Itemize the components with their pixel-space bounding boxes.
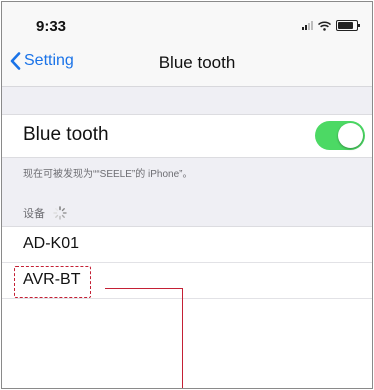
bluetooth-row: Blue tooth [2, 114, 372, 158]
signal-icon [302, 21, 313, 30]
loading-spinner-icon [53, 206, 67, 220]
device-name: AVR-BT [23, 271, 81, 288]
annotation-line-vertical [182, 288, 183, 388]
bluetooth-toggle[interactable] [315, 121, 365, 150]
device-name: AD-K01 [23, 235, 80, 252]
wifi-icon [318, 21, 331, 31]
device-row-ad-k01[interactable]: AD-K01 [2, 227, 372, 263]
devices-header-label: 设备 [23, 208, 45, 220]
discoverable-text: 现在可被发现为““SEELE”的 iPhone”。 [23, 169, 193, 180]
device-list: AD-K01 AVR-BT [2, 226, 372, 388]
list-empty-area [2, 299, 372, 388]
device-row-avr-bt[interactable]: AVR-BT [2, 263, 372, 299]
status-time: 9:33 [36, 18, 67, 35]
phone-screen: 9:33 Setting Blue tooth Blue tooth 现在可被发… [1, 1, 373, 389]
bluetooth-label: Blue tooth [23, 124, 109, 145]
devices-header: 设备 [23, 205, 67, 221]
status-icons [302, 20, 360, 31]
battery-icon [336, 20, 360, 31]
annotation-line-horizontal [105, 288, 183, 289]
top-bar: 9:33 Setting Blue tooth [2, 2, 372, 87]
toggle-knob [338, 123, 363, 148]
page-title: Blue tooth [158, 53, 236, 72]
